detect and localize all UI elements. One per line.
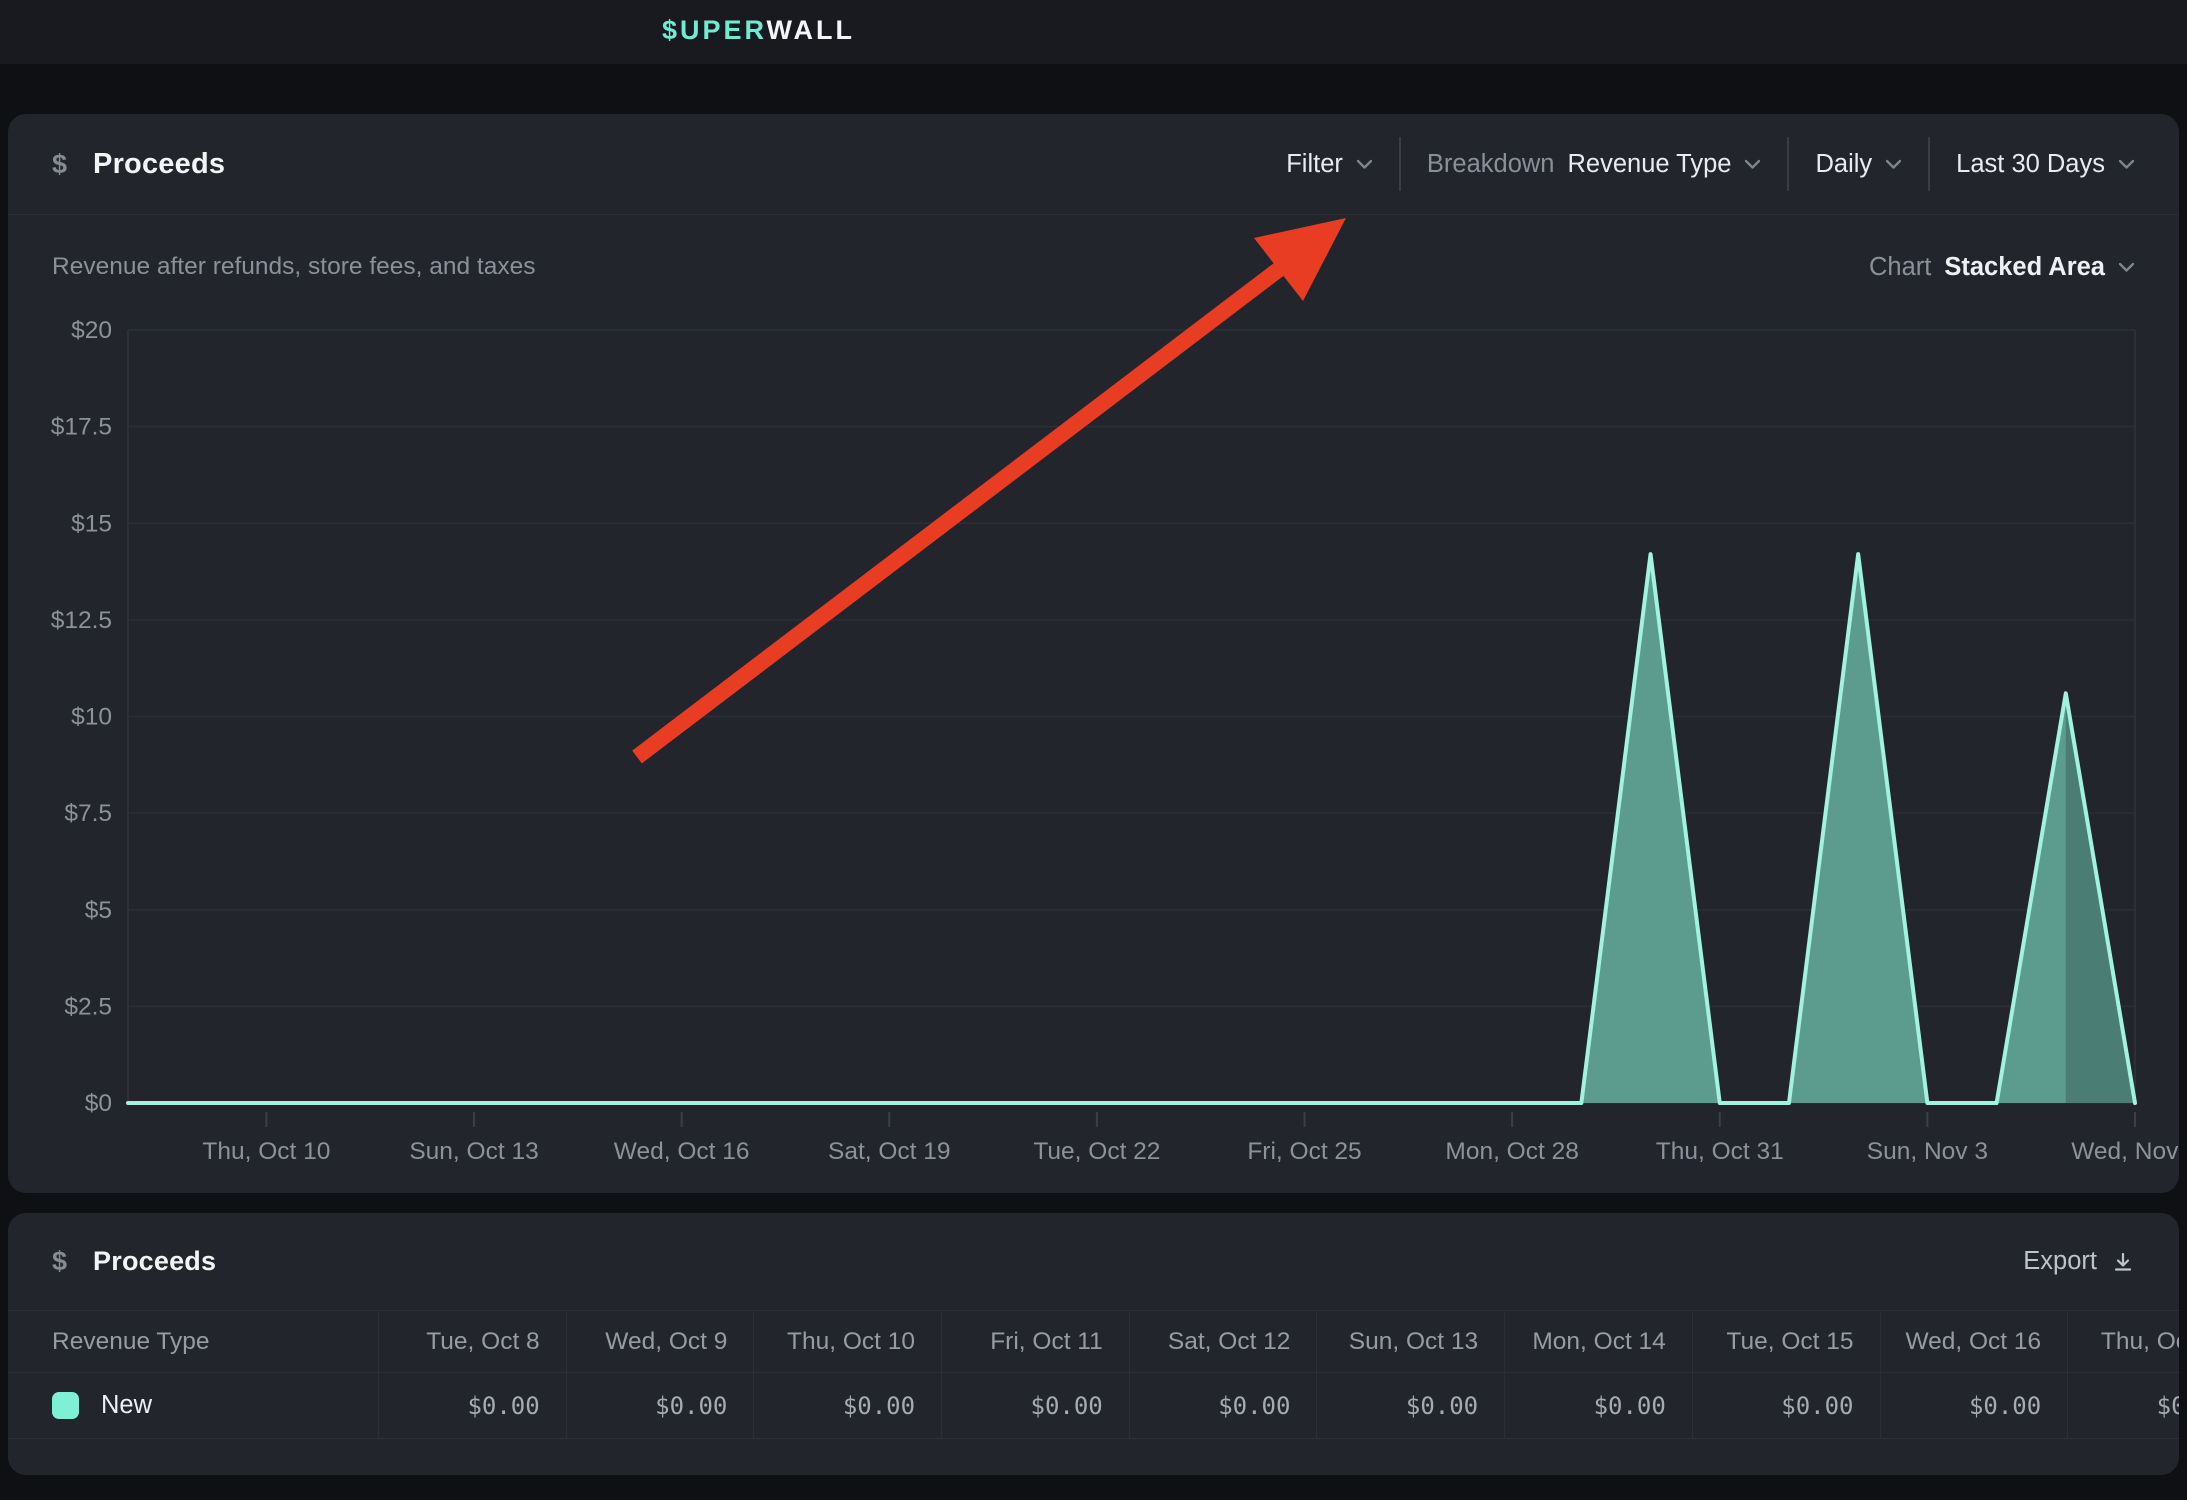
dollar-icon: $ <box>52 1246 67 1277</box>
superwall-dashboard: $UPERWALL $ Proceeds Filter Breakdown Re… <box>0 0 2187 1500</box>
column-header-date: Thu, Oct 17 <box>2067 1310 2179 1372</box>
column-header-date: Fri, Oct 11 <box>941 1310 1129 1372</box>
column-header-date: Sat, Oct 12 <box>1129 1310 1317 1372</box>
row-label-cell: New <box>8 1372 378 1438</box>
y-axis-label: $0 <box>85 1090 112 1117</box>
row-label: New <box>101 1391 152 1420</box>
column-header-date: Thu, Oct 10 <box>753 1310 941 1372</box>
superwall-logo[interactable]: $UPERWALL <box>662 15 855 46</box>
value-cell: $0.00 <box>753 1372 941 1438</box>
value-cell: $0.00 <box>1316 1372 1504 1438</box>
value-cell: $0.00 <box>1880 1372 2068 1438</box>
x-axis-label: Sat, Oct 19 <box>828 1138 951 1165</box>
y-axis-label: $2.5 <box>64 993 112 1020</box>
logo-accent: $UPER <box>662 15 767 45</box>
export-button[interactable]: Export <box>2023 1247 2135 1276</box>
row-divider <box>8 1438 2179 1439</box>
column-header-date: Mon, Oct 14 <box>1504 1310 1692 1372</box>
x-axis-label: Sun, Oct 13 <box>409 1138 538 1165</box>
x-axis-label: Tue, Oct 22 <box>1033 1138 1160 1165</box>
x-axis-label: Thu, Oct 10 <box>202 1138 330 1165</box>
y-axis-label: $7.5 <box>64 800 112 827</box>
series-swatch <box>52 1392 79 1419</box>
proceeds-stacked-area-chart[interactable]: $0 $2.5 $5 $7.5 $10 $12.5 $15 $17.5 $20 Thu, Oct … <box>8 114 2179 1193</box>
value-cell: $0.00 <box>378 1372 566 1438</box>
value-cell: $0.00 <box>1504 1372 1692 1438</box>
y-axis-label: $17.5 <box>51 414 112 441</box>
export-label: Export <box>2023 1247 2097 1276</box>
value-cell: $0.00 <box>566 1372 754 1438</box>
red-arrow-annotation <box>637 218 1346 757</box>
proceeds-chart-card: $ Proceeds Filter Breakdown Revenue Type… <box>8 114 2179 1193</box>
x-axis-label: Wed, Oct 16 <box>614 1138 750 1165</box>
table-card-header: $ Proceeds Export <box>8 1213 2179 1310</box>
y-axis-label: $5 <box>85 897 112 924</box>
column-header-revenue-type: Revenue Type <box>8 1310 378 1372</box>
x-axis-label: Mon, Oct 28 <box>1445 1138 1578 1165</box>
column-header-date: Tue, Oct 15 <box>1692 1310 1880 1372</box>
download-icon <box>2111 1250 2135 1274</box>
logo-rest: WALL <box>767 15 855 45</box>
x-axis-label: Thu, Oct 31 <box>1656 1138 1784 1165</box>
table-row: New$0.00$0.00$0.00$0.00$0.00$0.00$0.00$0… <box>8 1372 2179 1438</box>
proceeds-table: Revenue TypeTue, Oct 8Wed, Oct 9Thu, Oct… <box>8 1310 2179 1475</box>
value-cell: $0.00 <box>2067 1372 2179 1438</box>
y-axis-label: $20 <box>71 317 112 344</box>
y-axis-label: $12.5 <box>51 607 112 634</box>
table-header-row: Revenue TypeTue, Oct 8Wed, Oct 9Thu, Oct… <box>8 1310 2179 1372</box>
area-fill-new <box>128 554 2135 1103</box>
table-title: Proceeds <box>93 1246 216 1277</box>
value-cell: $0.00 <box>1692 1372 1880 1438</box>
x-axis-label: Sun, Nov 3 <box>1867 1138 1988 1165</box>
x-axis-label: Fri, Oct 25 <box>1247 1138 1361 1165</box>
value-cell: $0.00 <box>1129 1372 1317 1438</box>
column-header-date: Tue, Oct 8 <box>378 1310 566 1372</box>
column-header-date: Wed, Oct 9 <box>566 1310 754 1372</box>
y-axis-label: $10 <box>71 704 112 731</box>
top-bar: $UPERWALL <box>0 0 2187 64</box>
x-axis-label: Wed, Nov 6 <box>2071 1138 2179 1165</box>
value-cell: $0.00 <box>941 1372 1129 1438</box>
column-header-date: Wed, Oct 16 <box>1880 1310 2068 1372</box>
proceeds-table-card: $ Proceeds Export Revenue TypeTue, Oct 8… <box>8 1213 2179 1475</box>
column-header-date: Sun, Oct 13 <box>1316 1310 1504 1372</box>
y-axis-label: $15 <box>71 510 112 537</box>
